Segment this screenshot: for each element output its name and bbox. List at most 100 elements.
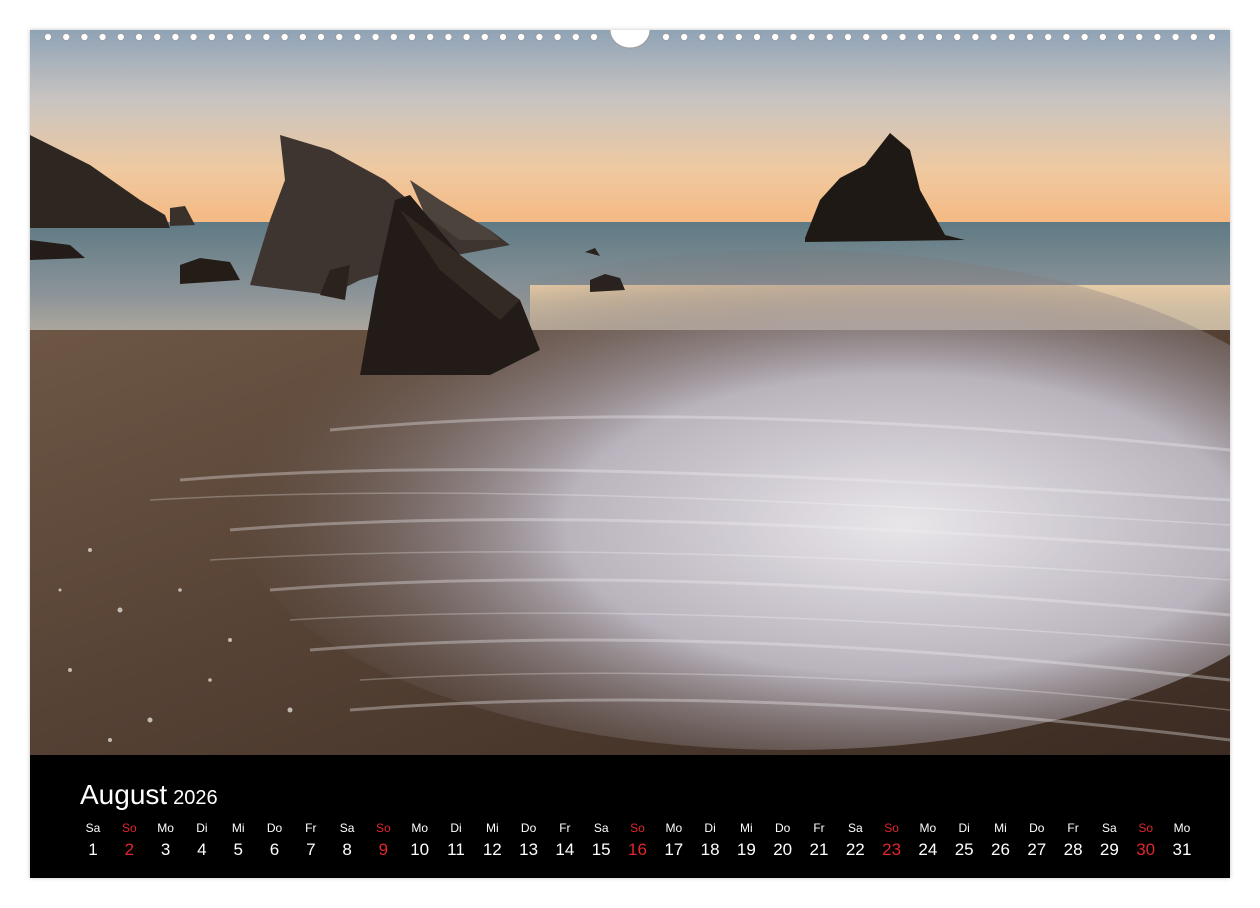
day-of-week-label: Di: [704, 821, 716, 835]
day-number: 20: [773, 840, 793, 859]
day-cell: Sa 29: [1091, 819, 1127, 863]
day-cell: Fr 21: [801, 819, 837, 863]
day-number: 23: [882, 840, 902, 859]
calendar-page: August 2026 Sa 1 So 2 Mo 3 Di 4 Mi 5 Do 6 Fr 7 Sa 8 So 9 Mo…: [30, 30, 1230, 878]
day-cell: So 30: [1128, 819, 1164, 863]
day-cell: Mo 24: [910, 819, 946, 863]
day-of-week-label: Di: [196, 821, 208, 835]
day-of-week-label: Do: [1029, 821, 1045, 835]
day-number: 24: [918, 840, 938, 859]
day-cell: Mi 5: [220, 819, 256, 863]
day-cell: So 16: [620, 819, 656, 863]
day-of-week-label: Sa: [85, 821, 101, 835]
day-cell: Di 11: [438, 819, 474, 863]
day-cell: Fr 7: [293, 819, 329, 863]
day-of-week-label: Do: [520, 821, 537, 835]
day-of-week-label: Di: [450, 821, 462, 835]
day-of-week-label: Mo: [919, 821, 937, 835]
day-of-week-label: Sa: [593, 821, 609, 835]
day-cell: Do 20: [765, 819, 801, 863]
day-cell: Mi 19: [728, 819, 764, 863]
day-cell: Do 13: [511, 819, 547, 863]
day-of-week-label: Fr: [813, 821, 825, 835]
day-cell: Sa 22: [837, 819, 873, 863]
day-number: 5: [233, 840, 243, 859]
day-of-week-label: Mi: [231, 821, 245, 835]
day-number: 16: [628, 840, 647, 859]
day-of-week-label: Mi: [485, 821, 499, 835]
day-of-week-label: So: [121, 821, 137, 835]
day-of-week-label: Do: [266, 821, 283, 835]
day-number: 25: [954, 840, 974, 859]
day-cell: Mi 26: [983, 819, 1019, 863]
day-number: 14: [555, 840, 575, 859]
day-of-week-label: Fr: [559, 821, 571, 835]
day-of-week-label: Do: [775, 821, 791, 835]
day-of-week-label: Mi: [740, 821, 753, 835]
day-number: 27: [1027, 840, 1047, 859]
day-of-week-label: Sa: [1102, 821, 1117, 835]
day-number: 10: [410, 840, 430, 859]
day-number: 28: [1063, 840, 1083, 859]
calendar-strip: August 2026 Sa 1 So 2 Mo 3 Di 4 Mi 5 Do 6 Fr 7 Sa 8 So 9 Mo…: [30, 755, 1230, 878]
day-cell: Sa 15: [583, 819, 619, 863]
day-cell: So 2: [111, 819, 147, 863]
day-number: 15: [591, 840, 611, 859]
day-number: 2: [124, 840, 135, 859]
day-of-week-label: So: [376, 821, 391, 835]
day-of-week-label: Sa: [847, 821, 863, 835]
day-cell: Do 6: [257, 819, 293, 863]
day-cell: Sa 1: [75, 819, 111, 863]
day-cell: Fr 14: [547, 819, 583, 863]
day-number: 13: [519, 840, 539, 859]
day-number: 7: [306, 840, 316, 859]
day-number: 29: [1099, 840, 1119, 859]
day-number: 17: [664, 840, 684, 859]
day-of-week-label: Fr: [1067, 821, 1079, 835]
day-cell: Di 4: [184, 819, 220, 863]
day-cell: Mo 17: [656, 819, 692, 863]
day-number: 21: [809, 840, 829, 859]
day-number: 1: [88, 840, 98, 859]
day-cell: Mi 12: [474, 819, 510, 863]
day-number: 3: [160, 840, 171, 859]
month-name: August: [80, 779, 168, 810]
day-number: 22: [845, 840, 865, 859]
day-of-week-label: Fr: [305, 821, 317, 835]
day-cell: Sa 8: [329, 819, 365, 863]
day-number: 18: [700, 840, 720, 859]
day-of-week-label: So: [1138, 821, 1154, 835]
day-number: 6: [269, 840, 280, 859]
day-number: 8: [342, 840, 352, 859]
day-number: 11: [447, 840, 465, 859]
day-number: 9: [378, 840, 389, 859]
month-title: August 2026: [80, 779, 218, 811]
seascape-photo: [30, 30, 1230, 755]
day-number: 30: [1136, 840, 1156, 859]
day-number: 12: [482, 840, 502, 859]
month-year: 2026: [173, 787, 218, 809]
day-of-week-label: Sa: [339, 821, 355, 835]
day-cell: Mo 3: [148, 819, 184, 863]
day-cell: Mo 10: [402, 819, 438, 863]
day-cell: Di 18: [692, 819, 728, 863]
day-of-week-label: Di: [958, 821, 970, 835]
day-of-week-label: Mo: [411, 821, 429, 835]
day-of-week-label: So: [884, 821, 899, 835]
day-cell: So 23: [874, 819, 910, 863]
sunset-seascape-icon: [30, 30, 1230, 755]
day-cell: Do 27: [1019, 819, 1055, 863]
day-of-week-label: So: [630, 821, 645, 835]
day-cell: Mo 31: [1164, 819, 1200, 863]
day-of-week-label: Mi: [994, 821, 1007, 835]
day-cell: So 9: [365, 819, 401, 863]
day-of-week-label: Mo: [665, 821, 683, 835]
day-row: Sa 1 So 2 Mo 3 Di 4 Mi 5 Do 6 Fr 7 Sa 8 So 9 Mo 10 Di 11 Mi 12 D…: [75, 819, 1200, 869]
day-of-week-label: Mo: [157, 821, 174, 835]
day-of-week-label: Mo: [1173, 821, 1191, 835]
day-cell: Fr 28: [1055, 819, 1091, 863]
day-number: 19: [736, 840, 756, 859]
day-number: 4: [197, 840, 207, 859]
day-number: 31: [1172, 840, 1192, 859]
day-number: 26: [991, 840, 1010, 859]
